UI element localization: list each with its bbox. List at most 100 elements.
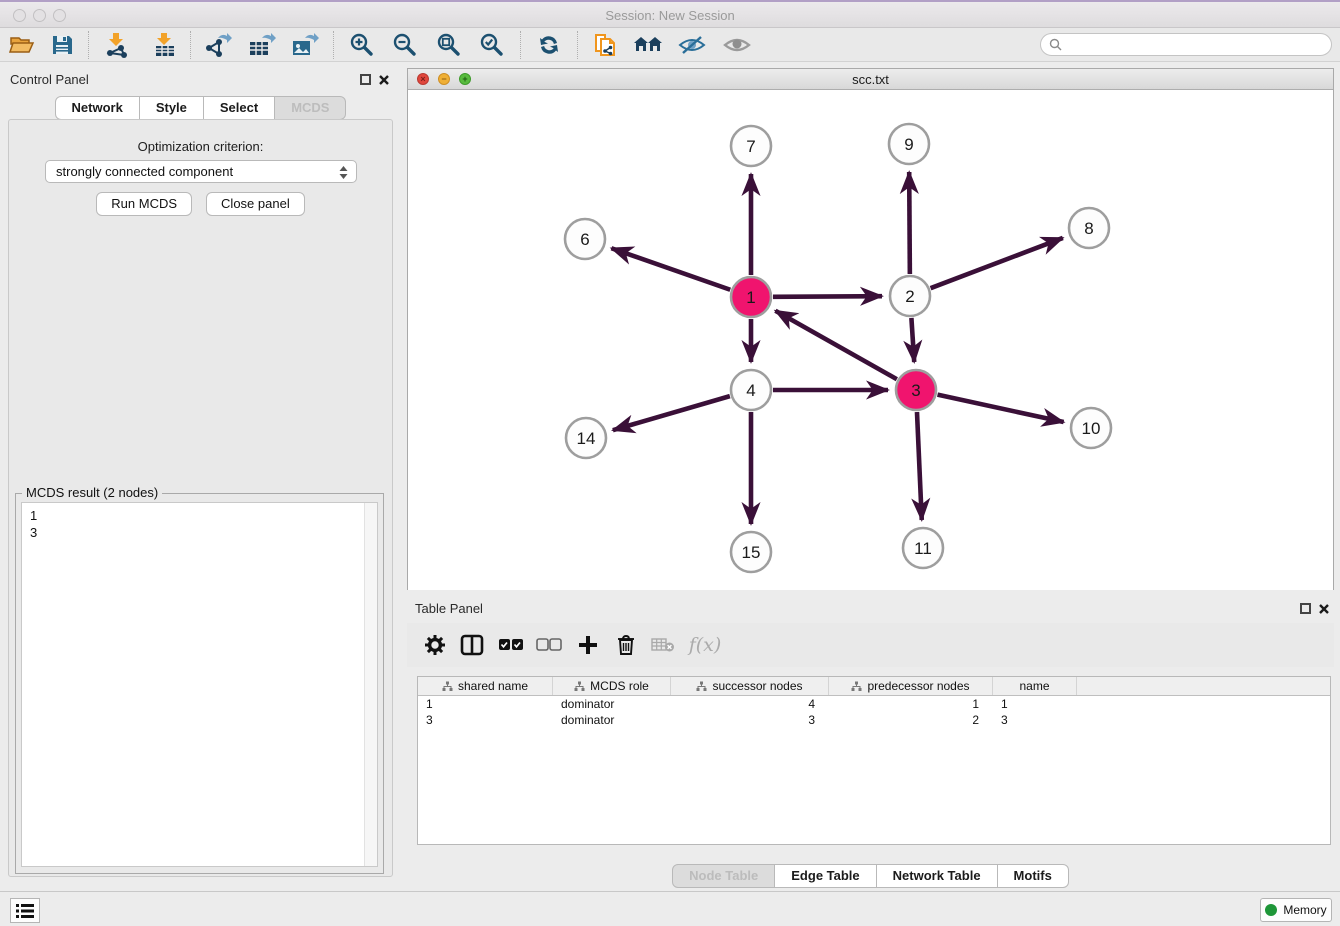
- graph-node-2[interactable]: 2: [890, 276, 930, 316]
- delete-table-icon[interactable]: [648, 631, 678, 659]
- toolbar-separator: [333, 31, 334, 59]
- show-all-eye-icon[interactable]: [722, 31, 752, 59]
- zoom-in-icon[interactable]: [347, 31, 377, 59]
- export-network-icon[interactable]: [203, 31, 233, 59]
- graph-node-9[interactable]: 9: [889, 124, 929, 164]
- hide-unselected-eye-icon[interactable]: [677, 31, 707, 59]
- task-history-button[interactable]: [10, 898, 40, 923]
- clone-network-icon[interactable]: [590, 31, 620, 59]
- criterion-dropdown[interactable]: strongly connected component: [45, 160, 357, 183]
- save-session-icon[interactable]: [47, 31, 77, 59]
- memory-button[interactable]: Memory: [1260, 898, 1332, 922]
- mcds-result-box: MCDS result (2 nodes) 13: [15, 493, 384, 874]
- graph-node-8[interactable]: 8: [1069, 208, 1109, 248]
- delete-column-icon[interactable]: [611, 631, 641, 659]
- graph-edge-3-1[interactable]: [775, 311, 896, 379]
- graph-edge-2-8[interactable]: [931, 238, 1063, 288]
- tab-edge-table[interactable]: Edge Table: [775, 864, 876, 888]
- graph-edge-3-11[interactable]: [917, 412, 922, 520]
- close-panel-icon[interactable]: [378, 74, 390, 86]
- session-title: Session: New Session: [0, 8, 1340, 23]
- run-mcds-button[interactable]: Run MCDS: [96, 192, 192, 216]
- mcds-result-textarea[interactable]: 13: [21, 502, 378, 867]
- toolbar-separator: [577, 31, 578, 59]
- graph-node-10[interactable]: 10: [1071, 408, 1111, 448]
- close-panel-button[interactable]: Close panel: [206, 192, 305, 216]
- search-icon: [1049, 38, 1062, 51]
- zoom-selected-icon[interactable]: [477, 31, 507, 59]
- graph-node-11[interactable]: 11: [903, 528, 943, 568]
- column-header-shared-name[interactable]: shared name: [418, 677, 553, 695]
- table-close-panel-icon[interactable]: [1318, 603, 1330, 615]
- graph-node-15[interactable]: 15: [731, 532, 771, 572]
- import-table-icon[interactable]: [150, 31, 180, 59]
- column-header-MCDS-role[interactable]: MCDS role: [553, 677, 671, 695]
- graph-node-4[interactable]: 4: [731, 370, 771, 410]
- graph-edges: [611, 172, 1063, 524]
- graph-edge-2-3[interactable]: [911, 318, 914, 362]
- graph-edge-2-9[interactable]: [909, 172, 910, 274]
- network-graph[interactable]: 7 9 6 8 1 2 4 3 14 10 15 11: [408, 90, 1333, 590]
- search-field[interactable]: [1040, 33, 1332, 56]
- tab-style[interactable]: Style: [140, 96, 204, 120]
- graph-edge-3-10[interactable]: [937, 395, 1063, 422]
- graph-node-6[interactable]: 6: [565, 219, 605, 259]
- graph-edge-1-6[interactable]: [611, 248, 730, 290]
- graph-edge-1-2[interactable]: [773, 296, 882, 297]
- column-header-successor-nodes[interactable]: successor nodes: [671, 677, 829, 695]
- table-row[interactable]: 3dominator323: [418, 712, 1330, 728]
- svg-text:14: 14: [577, 429, 596, 448]
- graph-node-14[interactable]: 14: [566, 418, 606, 458]
- mcds-result-line: 3: [30, 524, 369, 541]
- table-row[interactable]: 1dominator411: [418, 696, 1330, 712]
- graph-node-3[interactable]: 3: [896, 370, 936, 410]
- tab-select[interactable]: Select: [204, 96, 275, 120]
- network-canvas[interactable]: 7 9 6 8 1 2 4 3 14 10 15 11: [408, 90, 1333, 590]
- tab-mcds[interactable]: MCDS: [275, 96, 346, 120]
- home-layout-icon[interactable]: [633, 31, 663, 59]
- optimization-criterion-label: Optimization criterion:: [9, 139, 392, 154]
- import-network-icon[interactable]: [102, 31, 132, 59]
- export-image-icon[interactable]: [290, 31, 320, 59]
- select-all-rows-icon[interactable]: [496, 631, 526, 659]
- column-header-name[interactable]: name: [993, 677, 1077, 695]
- graph-node-1[interactable]: 1: [731, 277, 771, 317]
- table-cell: 4: [671, 696, 829, 712]
- graph-node-7[interactable]: 7: [731, 126, 771, 166]
- tab-node-table[interactable]: Node Table: [672, 864, 775, 888]
- result-scrollbar[interactable]: [364, 503, 377, 866]
- table-cell: dominator: [553, 712, 671, 728]
- tab-motifs[interactable]: Motifs: [998, 864, 1069, 888]
- deselect-all-rows-icon[interactable]: [534, 631, 564, 659]
- svg-text:7: 7: [746, 137, 755, 156]
- column-visibility-icon[interactable]: [457, 631, 487, 659]
- table-panel-header: Table Panel: [407, 597, 1334, 621]
- float-panel-icon[interactable]: [360, 74, 371, 85]
- svg-text:4: 4: [746, 381, 755, 400]
- settings-gear-icon[interactable]: [420, 631, 450, 659]
- open-file-icon[interactable]: [7, 31, 37, 59]
- node-table[interactable]: shared nameMCDS rolesuccessor nodesprede…: [417, 676, 1331, 845]
- table-float-panel-icon[interactable]: [1300, 603, 1311, 614]
- add-column-icon[interactable]: [573, 631, 603, 659]
- tab-network-table[interactable]: Network Table: [877, 864, 998, 888]
- app-titlebar: Session: New Session: [0, 0, 1340, 28]
- refresh-view-icon[interactable]: [534, 31, 564, 59]
- table-cell: 1: [993, 696, 1077, 712]
- network-window-titlebar[interactable]: × − + scc.txt: [408, 69, 1333, 90]
- zoom-out-icon[interactable]: [390, 31, 420, 59]
- table-cell: 3: [671, 712, 829, 728]
- search-input[interactable]: [1067, 38, 1331, 52]
- table-cell: 3: [993, 712, 1077, 728]
- column-sort-icon: [442, 681, 453, 692]
- apply-function-icon[interactable]: f(x): [683, 631, 727, 659]
- column-header-predecessor-nodes[interactable]: predecessor nodes: [829, 677, 993, 695]
- export-table-icon[interactable]: [247, 31, 277, 59]
- memory-label: Memory: [1283, 903, 1326, 917]
- svg-text:10: 10: [1082, 419, 1101, 438]
- table-cell: 2: [829, 712, 993, 728]
- zoom-fit-icon[interactable]: [434, 31, 464, 59]
- dropdown-chevrons-icon: [338, 165, 349, 180]
- tab-network[interactable]: Network: [55, 96, 140, 120]
- graph-edge-4-14[interactable]: [613, 396, 730, 430]
